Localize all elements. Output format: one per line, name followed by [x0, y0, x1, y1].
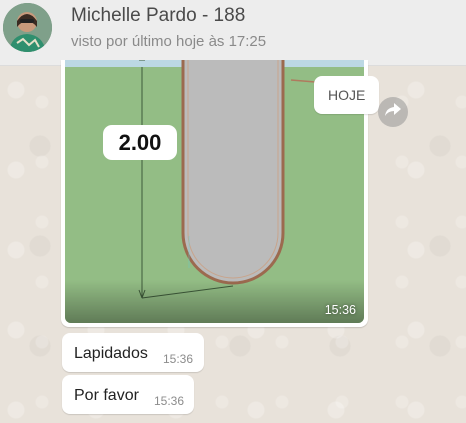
message-timestamp: 15:36: [163, 352, 194, 366]
forward-arrow-icon: [384, 102, 402, 123]
date-divider: HOJE: [314, 76, 380, 114]
message-text: Lapidados: [74, 345, 148, 362]
text-message[interactable]: Por favor 15:36: [62, 375, 194, 414]
contact-name[interactable]: Michelle Pardo - 188: [71, 5, 245, 27]
text-message[interactable]: Lapidados 15:36: [62, 333, 204, 372]
message-timestamp: 15:36: [154, 394, 185, 408]
measurement-label: 2.00: [118, 129, 162, 155]
forward-button[interactable]: [378, 97, 408, 127]
chat-header[interactable]: Michelle Pardo - 188 visto por último ho…: [0, 0, 466, 66]
last-seen-status: visto por último hoje às 17:25: [71, 33, 267, 50]
message-text: Por favor: [74, 387, 139, 404]
image-timestamp: 15:36: [324, 303, 356, 317]
contact-avatar[interactable]: [3, 3, 52, 52]
